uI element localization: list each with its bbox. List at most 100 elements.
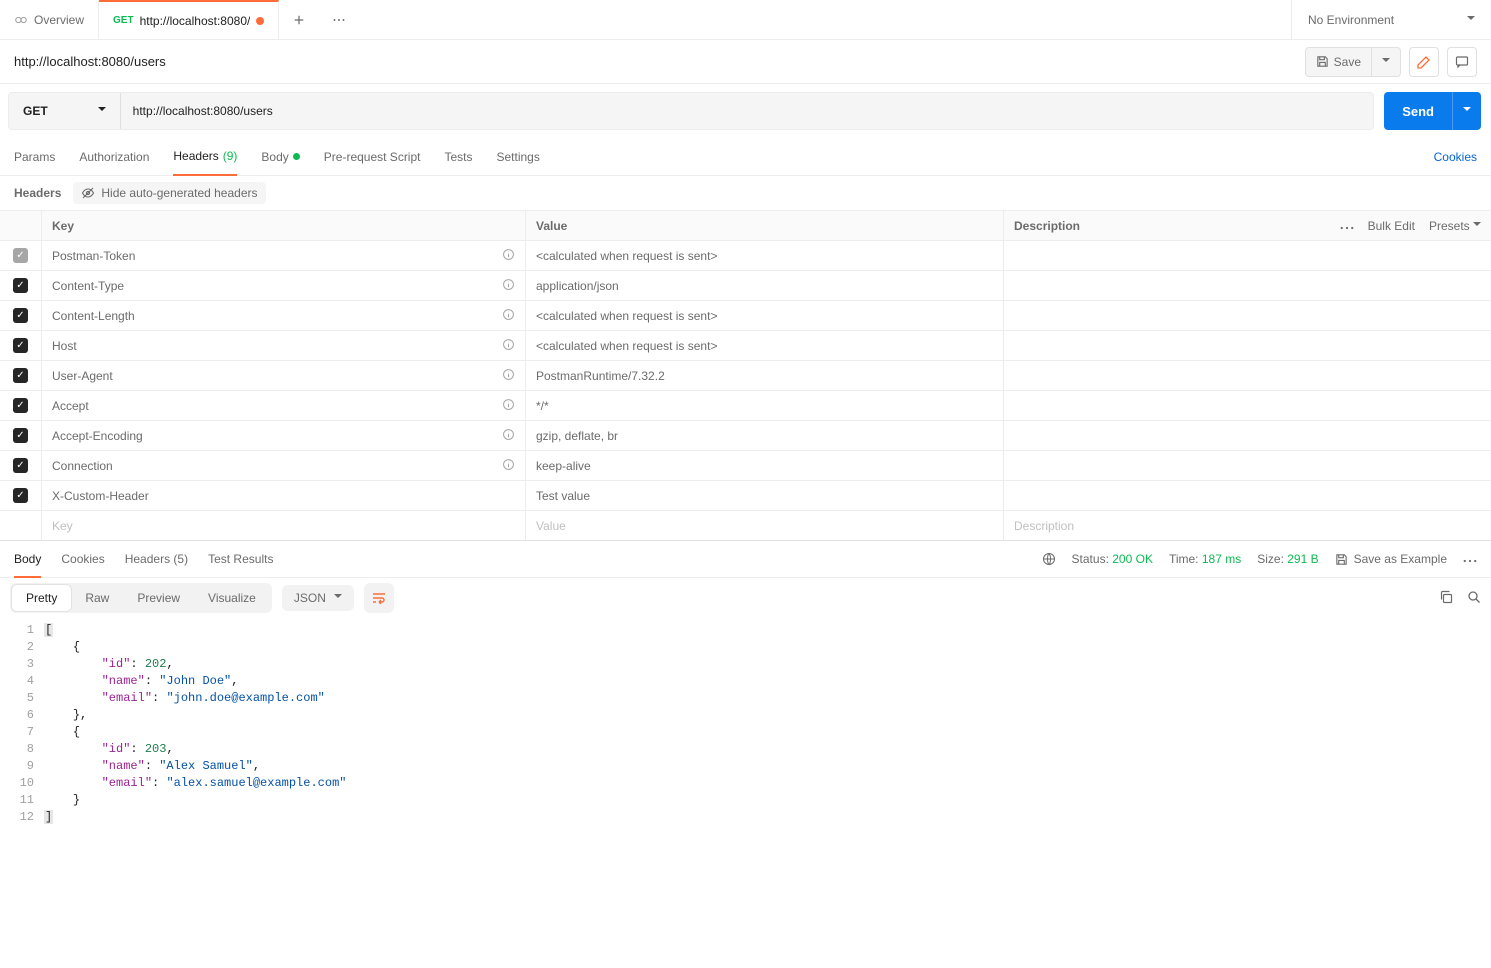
more-icon <box>1340 226 1354 230</box>
new-desc-input[interactable]: Description <box>1004 511 1491 540</box>
header-description[interactable] <box>1004 301 1491 330</box>
send-dropdown[interactable] <box>1452 92 1481 130</box>
header-key[interactable]: Accept <box>42 391 526 420</box>
checkbox[interactable]: ✓ <box>13 338 28 353</box>
search-response-button[interactable] <box>1467 590 1481 607</box>
header-value[interactable]: */* <box>526 391 1004 420</box>
table-row[interactable]: ✓ Content-Typeapplication/json <box>0 270 1491 300</box>
response-body-viewer[interactable]: 123456789101112 [ { "id": 202, "name": "… <box>0 618 1491 830</box>
header-value[interactable]: <calculated when request is sent> <box>526 241 1004 270</box>
header-key[interactable]: User-Agent <box>42 361 526 390</box>
checkbox[interactable]: ✓ <box>13 368 28 383</box>
tab-overview[interactable]: Overview <box>0 0 99 39</box>
tab-headers[interactable]: Headers (9) <box>173 139 237 176</box>
table-row[interactable]: ✓ X-Custom-HeaderTest value <box>0 480 1491 510</box>
info-icon <box>502 458 515 474</box>
resp-tab-headers[interactable]: Headers (5) <box>125 541 188 577</box>
tab-body[interactable]: Body <box>261 138 299 175</box>
header-key[interactable]: Connection <box>42 451 526 480</box>
save-dropdown[interactable] <box>1372 48 1400 76</box>
header-value[interactable]: gzip, deflate, br <box>526 421 1004 450</box>
tab-params[interactable]: Params <box>14 138 55 175</box>
save-button-group: Save <box>1305 47 1401 77</box>
view-mode-group: Pretty Raw Preview Visualize <box>10 583 272 613</box>
header-description[interactable] <box>1004 361 1491 390</box>
toggle-autogen-headers[interactable]: Hide auto-generated headers <box>73 182 265 204</box>
request-title-bar: http://localhost:8080/users Save <box>0 40 1491 84</box>
tab-request[interactable]: GET http://localhost:8080/u <box>99 0 279 39</box>
save-as-example-button[interactable]: Save as Example <box>1335 552 1447 566</box>
header-description[interactable] <box>1004 331 1491 360</box>
save-label: Save <box>1334 55 1361 69</box>
header-description[interactable] <box>1004 391 1491 420</box>
copy-response-button[interactable] <box>1439 590 1453 607</box>
send-button[interactable]: Send <box>1384 92 1481 130</box>
new-value-input[interactable]: Value <box>526 511 1004 540</box>
header-description[interactable] <box>1004 421 1491 450</box>
header-value[interactable]: PostmanRuntime/7.32.2 <box>526 361 1004 390</box>
new-key-input[interactable]: Key <box>42 511 526 540</box>
edit-button[interactable] <box>1409 47 1439 77</box>
format-dropdown[interactable]: JSON <box>282 585 354 611</box>
tab-authorization[interactable]: Authorization <box>79 138 149 175</box>
checkbox[interactable]: ✓ <box>13 458 28 473</box>
header-description[interactable] <box>1004 451 1491 480</box>
table-row[interactable]: ✓ User-AgentPostmanRuntime/7.32.2 <box>0 360 1491 390</box>
tab-more-button[interactable] <box>319 0 359 39</box>
url-value: http://localhost:8080/users <box>133 104 273 118</box>
table-row[interactable]: ✓ Connectionkeep-alive <box>0 450 1491 480</box>
checkbox[interactable]: ✓ <box>13 488 28 503</box>
tab-settings[interactable]: Settings <box>497 138 540 175</box>
header-key[interactable]: X-Custom-Header <box>42 481 526 510</box>
header-key[interactable]: Content-Type <box>42 271 526 300</box>
status-value: 200 OK <box>1112 552 1153 566</box>
bulk-edit-button[interactable]: Bulk Edit <box>1368 219 1415 233</box>
tab-tests[interactable]: Tests <box>444 138 472 175</box>
cookies-link[interactable]: Cookies <box>1434 150 1477 164</box>
presets-dropdown[interactable]: Presets <box>1429 219 1481 233</box>
table-row[interactable]: ✓ Postman-Token<calculated when request i… <box>0 240 1491 270</box>
header-description[interactable] <box>1004 481 1491 510</box>
header-value[interactable]: <calculated when request is sent> <box>526 301 1004 330</box>
resp-tab-body[interactable]: Body <box>14 542 41 578</box>
resp-more-button[interactable] <box>1463 552 1477 566</box>
more-columns[interactable] <box>1340 219 1354 233</box>
header-key[interactable]: Host <box>42 331 526 360</box>
resp-tab-tests[interactable]: Test Results <box>208 541 273 577</box>
checkbox[interactable]: ✓ <box>13 278 28 293</box>
url-input[interactable]: http://localhost:8080/users <box>121 93 1374 129</box>
comment-button[interactable] <box>1447 47 1477 77</box>
checkbox[interactable]: ✓ <box>13 398 28 413</box>
table-row[interactable]: ✓ Content-Length<calculated when request … <box>0 300 1491 330</box>
header-value[interactable]: Test value <box>526 481 1004 510</box>
table-row[interactable]: ✓ Accept*/* <box>0 390 1491 420</box>
environment-selector[interactable]: No Environment <box>1291 0 1491 39</box>
copy-icon <box>1439 590 1453 604</box>
header-key[interactable]: Accept-Encoding <box>42 421 526 450</box>
view-raw[interactable]: Raw <box>71 585 123 611</box>
header-key[interactable]: Content-Length <box>42 301 526 330</box>
environment-label: No Environment <box>1308 13 1394 27</box>
header-description[interactable] <box>1004 271 1491 300</box>
wrap-lines-button[interactable] <box>364 583 394 613</box>
header-value[interactable]: <calculated when request is sent> <box>526 331 1004 360</box>
tab-pre-request-script[interactable]: Pre-request Script <box>324 138 421 175</box>
view-preview[interactable]: Preview <box>123 585 194 611</box>
header-description[interactable] <box>1004 241 1491 270</box>
tab-overview-label: Overview <box>34 13 84 27</box>
resp-tab-cookies[interactable]: Cookies <box>61 541 104 577</box>
table-row[interactable]: ✓ Host<calculated when request is sent> <box>0 330 1491 360</box>
checkbox[interactable]: ✓ <box>13 308 28 323</box>
view-visualize[interactable]: Visualize <box>194 585 270 611</box>
table-row[interactable]: ✓ Accept-Encodinggzip, deflate, br <box>0 420 1491 450</box>
save-button[interactable]: Save <box>1306 48 1371 76</box>
checkbox[interactable]: ✓ <box>13 428 28 443</box>
new-tab-button[interactable] <box>279 0 319 39</box>
view-pretty[interactable]: Pretty <box>12 585 71 611</box>
method-dropdown[interactable]: GET <box>9 93 121 129</box>
checkbox[interactable]: ✓ <box>13 248 28 263</box>
headers-new-row[interactable]: Key Value Description <box>0 510 1491 540</box>
header-value[interactable]: application/json <box>526 271 1004 300</box>
header-key[interactable]: Postman-Token <box>42 241 526 270</box>
header-value[interactable]: keep-alive <box>526 451 1004 480</box>
